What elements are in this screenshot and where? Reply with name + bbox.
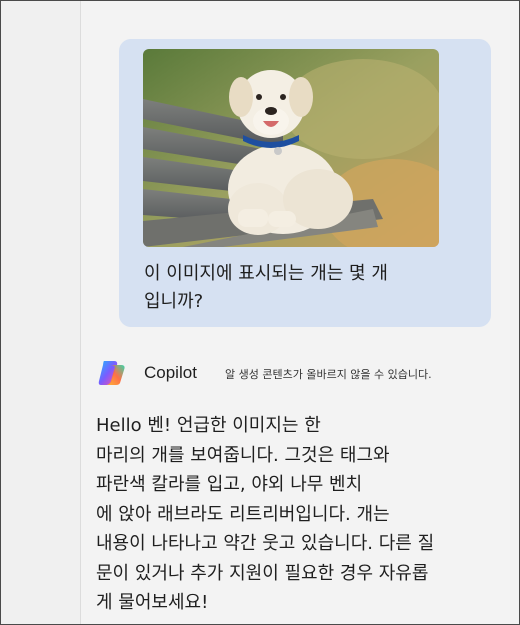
user-message-line: 이 이미지에 표시되는 개는 몇 개 xyxy=(144,263,388,284)
assistant-reply: Hello 벤! 언급한 이미지는 한 마리의 개를 보여줍니다. 그것은 태그… xyxy=(96,411,491,618)
reply-line: 게 물어보세요! xyxy=(96,592,209,613)
reply-line: 파란색 칼라를 입고, 야외 나무 벤치 xyxy=(96,474,363,495)
ai-disclaimer: 알 생성 콘텐츠가 올바르지 않을 수 있습니다. xyxy=(225,368,432,381)
user-message-text: 이 이미지에 표시되는 개는 몇 개 입니까? xyxy=(144,260,474,316)
reply-line: Hello 벤! 언급한 이미지는 한 xyxy=(96,415,321,436)
reply-line: 에 앉아 래브라도 리트리버입니다. 개는 xyxy=(96,503,390,525)
reply-line: 마리의 개를 보여줍니다. 그것은 태그와 xyxy=(96,444,390,466)
dog-photo[interactable] xyxy=(143,49,439,247)
reply-line: 내용이 나타나고 약간 웃고 있습니다. 다른 질 xyxy=(96,533,435,554)
assistant-name: Copilot xyxy=(144,363,197,382)
chat-window: 이 이미지에 표시되는 개는 몇 개 입니까? Copilot 알 생성 콘텐츠… xyxy=(0,0,520,625)
user-message-line: 입니까? xyxy=(144,291,204,312)
reply-line: 문이 있거나 추가 지원이 필요한 경우 자유롭 xyxy=(96,562,429,584)
left-rail xyxy=(1,1,81,624)
copilot-logo-icon xyxy=(96,357,128,389)
divider xyxy=(80,1,81,624)
